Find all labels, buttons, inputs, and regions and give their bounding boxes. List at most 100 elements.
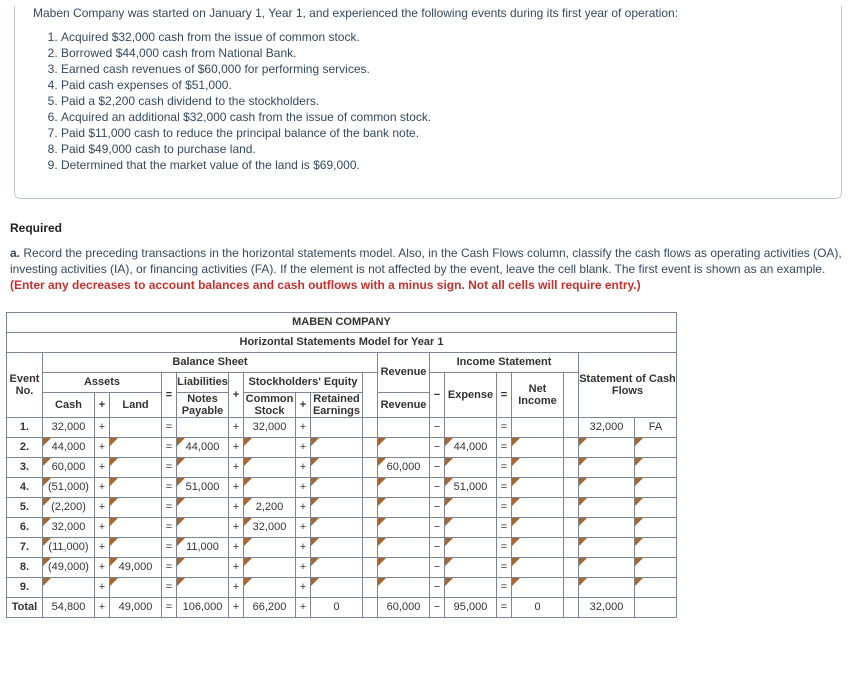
expense-cell[interactable] bbox=[445, 537, 497, 557]
notes-payable-cell[interactable] bbox=[177, 577, 229, 597]
revenue-cell[interactable] bbox=[378, 557, 430, 577]
cash-flow-activity[interactable] bbox=[635, 557, 677, 577]
op-cell: + bbox=[296, 417, 311, 437]
net-income-cell[interactable] bbox=[512, 537, 564, 557]
event-item: Borrowed $44,000 cash from National Bank… bbox=[61, 46, 823, 60]
retained-earnings-cell[interactable] bbox=[311, 557, 363, 577]
expense-cell[interactable] bbox=[445, 457, 497, 477]
land-cell[interactable]: 49,000 bbox=[110, 557, 162, 577]
revenue-cell[interactable] bbox=[378, 497, 430, 517]
cash-cell[interactable]: 44,000 bbox=[43, 437, 95, 457]
cash-flow-amount[interactable] bbox=[579, 537, 635, 557]
common-stock-cell[interactable]: 32,000 bbox=[244, 517, 296, 537]
notes-payable-cell[interactable]: 44,000 bbox=[177, 437, 229, 457]
common-stock-cell[interactable] bbox=[244, 457, 296, 477]
retained-earnings-cell[interactable] bbox=[311, 497, 363, 517]
retained-earnings-cell[interactable] bbox=[311, 577, 363, 597]
notes-payable-cell[interactable] bbox=[177, 457, 229, 477]
cash-flow-amount[interactable] bbox=[579, 517, 635, 537]
hdr-cash: Cash bbox=[43, 392, 95, 417]
cash-flow-activity[interactable] bbox=[635, 577, 677, 597]
cash-flow-activity[interactable] bbox=[635, 437, 677, 457]
cash-flow-amount[interactable] bbox=[579, 497, 635, 517]
revenue-cell[interactable] bbox=[378, 537, 430, 557]
common-stock-cell[interactable] bbox=[244, 477, 296, 497]
cash-flow-activity[interactable] bbox=[635, 517, 677, 537]
land-cell[interactable] bbox=[110, 517, 162, 537]
cash-cell[interactable]: (2,200) bbox=[43, 497, 95, 517]
net-income-cell[interactable] bbox=[512, 517, 564, 537]
land-cell[interactable] bbox=[110, 577, 162, 597]
notes-payable-cell[interactable]: 11,000 bbox=[177, 537, 229, 557]
cash-cell[interactable]: (51,000) bbox=[43, 477, 95, 497]
problem-container: Maben Company was started on January 1, … bbox=[14, 6, 842, 199]
revenue-cell[interactable]: 60,000 bbox=[378, 457, 430, 477]
cash-flow-amount[interactable] bbox=[579, 457, 635, 477]
land-cell[interactable] bbox=[110, 437, 162, 457]
op-cell bbox=[363, 597, 378, 617]
revenue-cell[interactable] bbox=[378, 517, 430, 537]
land-cell[interactable] bbox=[110, 457, 162, 477]
cash-flow-amount[interactable] bbox=[579, 557, 635, 577]
common-stock-cell[interactable] bbox=[244, 437, 296, 457]
table-row: 3.60,000+=++60,000−= bbox=[7, 457, 677, 477]
expense-cell[interactable] bbox=[445, 577, 497, 597]
expense-cell[interactable] bbox=[445, 517, 497, 537]
retained-earnings-cell[interactable] bbox=[311, 437, 363, 457]
net-income-cell[interactable] bbox=[512, 457, 564, 477]
hdr-land: Land bbox=[110, 392, 162, 417]
notes-payable-cell[interactable] bbox=[177, 557, 229, 577]
common-stock-cell[interactable] bbox=[244, 557, 296, 577]
row-label: 9. bbox=[7, 577, 43, 597]
expense-cell[interactable] bbox=[445, 557, 497, 577]
table-row: 4.(51,000)+=51,000++−51,000= bbox=[7, 477, 677, 497]
retained-earnings-cell[interactable] bbox=[311, 477, 363, 497]
notes-payable-cell[interactable]: 51,000 bbox=[177, 477, 229, 497]
row-label: 3. bbox=[7, 457, 43, 477]
retained-earnings-cell[interactable] bbox=[311, 517, 363, 537]
cash-cell[interactable]: 32,000 bbox=[43, 517, 95, 537]
revenue-cell[interactable] bbox=[378, 477, 430, 497]
net-income-cell[interactable] bbox=[512, 477, 564, 497]
cash-cell: 54,800 bbox=[43, 597, 95, 617]
intro-text: Maben Company was started on January 1, … bbox=[33, 6, 823, 20]
hdr-plus2: + bbox=[296, 392, 311, 417]
notes-payable-cell[interactable] bbox=[177, 497, 229, 517]
cash-flow-activity: FA bbox=[635, 417, 677, 437]
notes-payable-cell[interactable] bbox=[177, 517, 229, 537]
hdr-cs: Common Stock bbox=[244, 392, 296, 417]
cash-flow-activity[interactable] bbox=[635, 537, 677, 557]
cash-flow-amount[interactable] bbox=[579, 437, 635, 457]
cash-flow-activity[interactable] bbox=[635, 457, 677, 477]
common-stock-cell[interactable] bbox=[244, 577, 296, 597]
cash-cell[interactable] bbox=[43, 577, 95, 597]
cash-flow-amount[interactable] bbox=[579, 477, 635, 497]
land-cell[interactable] bbox=[110, 497, 162, 517]
cash-cell[interactable]: 60,000 bbox=[43, 457, 95, 477]
revenue-cell[interactable] bbox=[378, 577, 430, 597]
net-income-cell[interactable] bbox=[512, 577, 564, 597]
op-cell: + bbox=[296, 537, 311, 557]
required-red: (Enter any decreases to account balances… bbox=[10, 278, 641, 292]
expense-cell[interactable]: 44,000 bbox=[445, 437, 497, 457]
retained-earnings-cell[interactable] bbox=[311, 537, 363, 557]
land-cell[interactable] bbox=[110, 477, 162, 497]
revenue-cell[interactable] bbox=[378, 437, 430, 457]
cash-flow-amount[interactable] bbox=[579, 577, 635, 597]
expense-cell[interactable]: 51,000 bbox=[445, 477, 497, 497]
revenue-cell bbox=[378, 417, 430, 437]
retained-earnings-cell[interactable] bbox=[311, 457, 363, 477]
net-income-cell[interactable] bbox=[512, 557, 564, 577]
cash-cell[interactable]: (49,000) bbox=[43, 557, 95, 577]
net-income-cell[interactable] bbox=[512, 497, 564, 517]
cash-cell[interactable]: (11,000) bbox=[43, 537, 95, 557]
common-stock-cell[interactable]: 2,200 bbox=[244, 497, 296, 517]
net-income-cell[interactable] bbox=[512, 437, 564, 457]
expense-cell[interactable] bbox=[445, 497, 497, 517]
event-item: Earned cash revenues of $60,000 for perf… bbox=[61, 62, 823, 76]
hdr-liabilities: Liabilities bbox=[177, 372, 229, 392]
common-stock-cell[interactable] bbox=[244, 537, 296, 557]
land-cell[interactable] bbox=[110, 537, 162, 557]
cash-flow-activity[interactable] bbox=[635, 477, 677, 497]
cash-flow-activity[interactable] bbox=[635, 497, 677, 517]
